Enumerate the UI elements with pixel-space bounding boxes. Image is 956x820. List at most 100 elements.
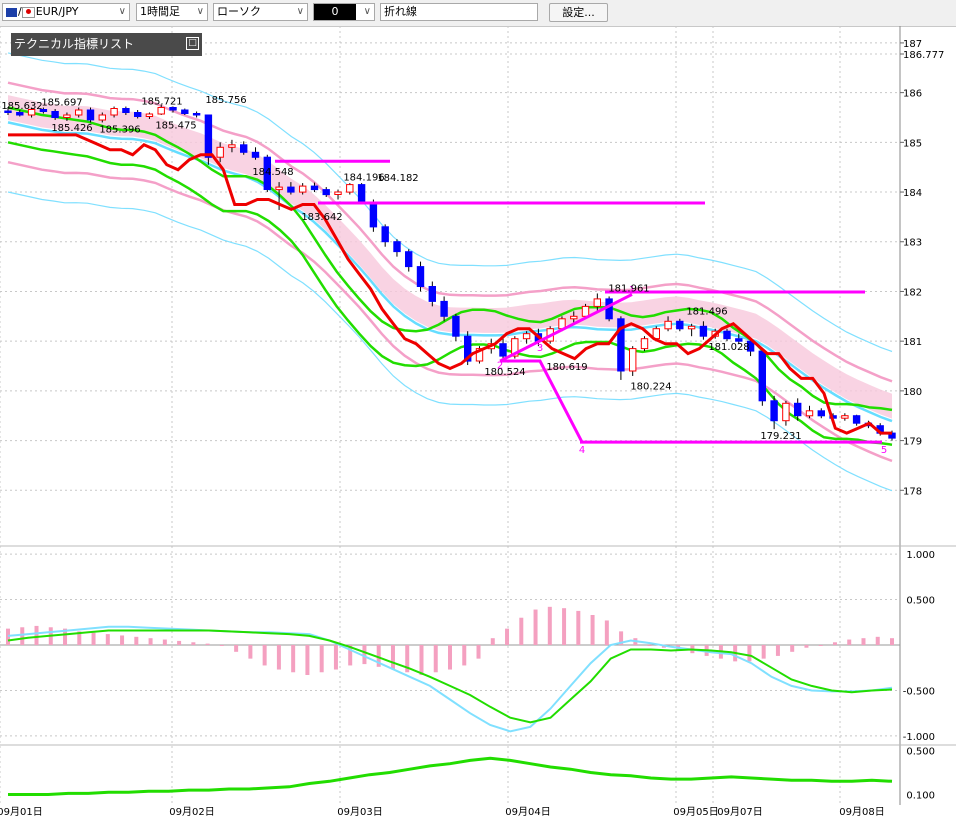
macd-bar <box>248 645 253 659</box>
timeframe-select[interactable]: 1時間足 ∨ <box>136 3 208 21</box>
price-label: 180.619 <box>546 362 587 373</box>
candle <box>134 112 142 117</box>
y-tick-label: 182 <box>903 287 922 298</box>
candlesticks <box>4 104 896 441</box>
line-tool-label: 折れ線 <box>384 5 417 18</box>
macd-bar <box>476 645 481 659</box>
candle <box>204 114 213 158</box>
candle <box>122 108 130 113</box>
chart-style-select[interactable]: ローソク ∨ <box>213 3 308 21</box>
x-tick-label: 09月05日 <box>673 806 718 818</box>
macd-bar <box>205 643 210 645</box>
candle <box>640 338 649 350</box>
candle <box>758 350 766 402</box>
candle <box>240 144 248 153</box>
candle <box>357 184 366 203</box>
macd-bar <box>91 632 96 645</box>
macd-bar <box>105 634 110 645</box>
candle <box>75 109 83 116</box>
candle <box>299 185 307 193</box>
toolbar: / EUR/JPY ∨ 1時間足 ∨ ローソク ∨ 0 ∨ 折れ線 設定... <box>0 0 956 27</box>
macd-tick-label: 1.000 <box>906 550 935 561</box>
y-tick-label: 183 <box>903 238 922 249</box>
macd-bar <box>234 645 239 652</box>
candle <box>841 415 849 419</box>
macd-bar <box>191 642 196 645</box>
price-label: 181.028 <box>708 342 749 353</box>
symbol-label: EUR/JPY <box>35 5 79 18</box>
candle <box>275 186 283 191</box>
macd-bar <box>20 627 25 645</box>
osc-tick-label: 0.500 <box>906 747 935 758</box>
candle <box>416 266 425 288</box>
candle <box>369 201 378 228</box>
candle <box>216 146 224 158</box>
price-label: 179.231 <box>760 431 801 442</box>
macd-bar <box>305 645 310 675</box>
candle <box>570 315 578 320</box>
macd-bar <box>519 617 524 645</box>
candle <box>522 333 531 340</box>
macd-bar <box>162 639 167 645</box>
macd-bar <box>219 645 224 646</box>
candle <box>192 113 201 116</box>
candle <box>817 410 825 417</box>
macd-tick-label: 0.500 <box>906 596 935 607</box>
macd-bar <box>875 636 880 645</box>
macd-bar <box>148 638 153 645</box>
y-tick-label: 179 <box>903 437 922 448</box>
macd-bar <box>533 609 538 645</box>
candle <box>770 400 778 422</box>
price-label: 180.224 <box>630 382 671 393</box>
wave-label: 3 <box>537 343 543 354</box>
restore-icon[interactable]: □ <box>186 37 199 50</box>
y-tick-label: 180 <box>903 387 922 398</box>
price-label: 185.426 <box>51 123 92 134</box>
price-label: 185.697 <box>41 98 82 109</box>
wave-label: 5 <box>881 445 887 456</box>
macd-bar <box>390 645 395 670</box>
candle <box>334 191 342 195</box>
y-tick-label: 186 <box>903 89 922 100</box>
line-tool-field[interactable]: 折れ線 <box>380 3 538 21</box>
wave-label: 4 <box>579 445 585 456</box>
jp-flag-icon <box>21 6 35 18</box>
oscillator-panel: 0.500 0.100 <box>8 747 935 802</box>
candle <box>51 111 59 118</box>
symbol-select[interactable]: / EUR/JPY ∨ <box>2 3 130 21</box>
y-tick-label: 187 <box>903 39 922 50</box>
price-label: 185.475 <box>155 121 196 132</box>
count-select[interactable]: 0 ∨ <box>313 3 375 21</box>
eu-flag-icon <box>6 7 17 17</box>
macd-tick-label: -0.500 <box>903 686 935 697</box>
price-label: 180.524 <box>484 367 525 378</box>
macd-panel: 1.000 0.500 -0.500 -1.000 <box>0 550 935 743</box>
macd-bar <box>419 645 424 675</box>
macd-bar <box>847 639 852 645</box>
candle <box>605 298 613 320</box>
indicator-list-header[interactable]: テクニカル指標リスト □ <box>11 33 202 56</box>
candle <box>852 415 861 424</box>
macd-bar <box>433 645 438 673</box>
y-tick-label: 186.777 <box>903 50 944 61</box>
price-labels: 185.632185.697 185.426 185.396 185.721 185.4… <box>1 95 801 442</box>
macd-bar <box>177 640 182 645</box>
price-label: 184.182 <box>377 173 418 184</box>
x-tick-label: 09月07日 <box>717 806 762 818</box>
price-label: 185.632 <box>1 101 42 112</box>
price-chart[interactable]: 1234 5 185.632185.697185.426 185.396185.72… <box>0 26 956 820</box>
candle <box>629 348 637 372</box>
settings-button[interactable]: 設定... <box>549 3 608 22</box>
macd-line <box>7 625 893 733</box>
candle <box>110 108 118 116</box>
y-tick-label: 185 <box>903 138 922 149</box>
candle <box>16 112 24 116</box>
y-tick-label: 178 <box>903 486 922 497</box>
candle <box>181 109 189 114</box>
macd-bar <box>448 645 452 670</box>
candle <box>499 343 507 357</box>
candle <box>794 402 802 417</box>
price-label: 184.548 <box>252 167 293 178</box>
x-tick-label: 09月01日 <box>0 806 43 818</box>
candle <box>405 251 413 268</box>
